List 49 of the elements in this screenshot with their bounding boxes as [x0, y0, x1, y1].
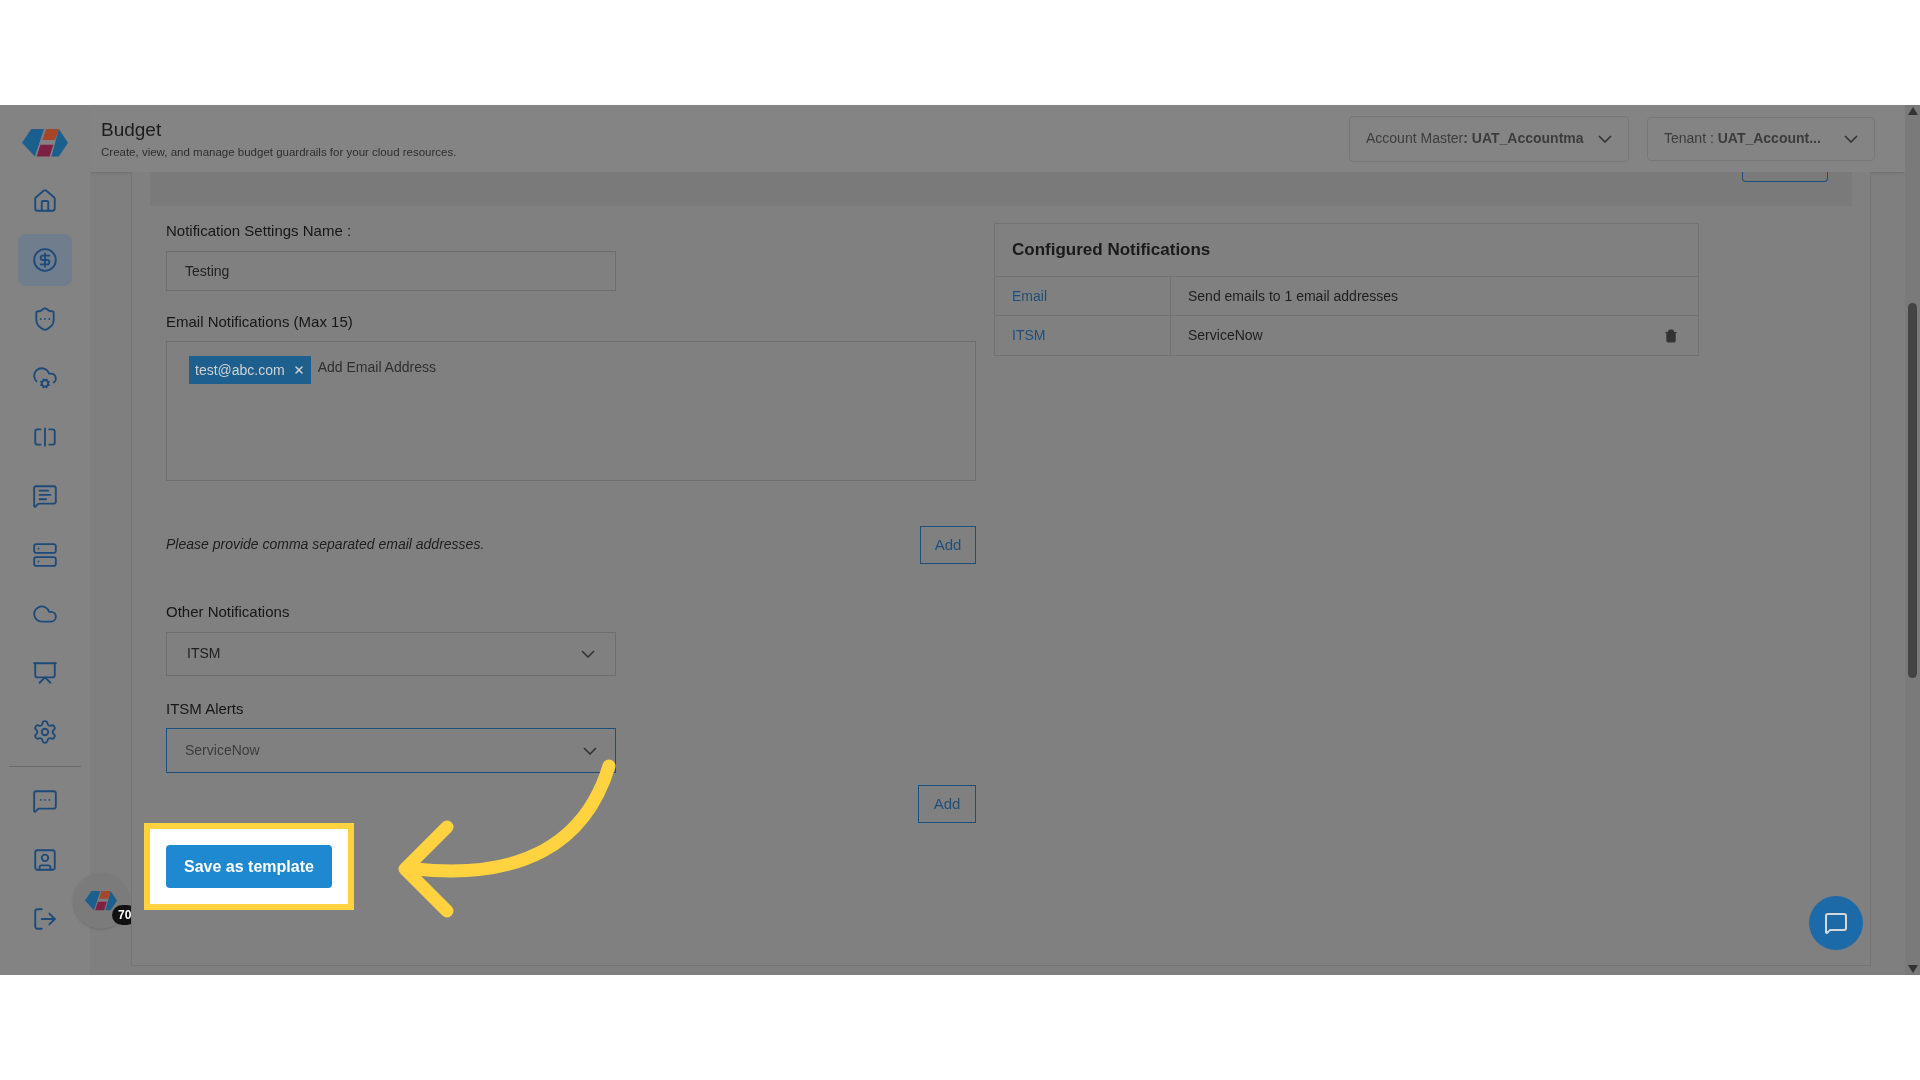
logout-icon	[32, 906, 58, 932]
chevron-down-icon	[1598, 134, 1612, 143]
chip-text: test@abc.com	[195, 360, 285, 380]
field-label: Email Notifications (Max 15)	[166, 311, 354, 332]
remove-icon[interactable]	[292, 364, 305, 376]
cloud-network-icon	[32, 365, 58, 391]
chevron-down-icon	[1844, 134, 1858, 143]
page-subtitle: Create, view, and manage budget guardrails for your cloud resources.	[101, 145, 458, 161]
save-as-template-button[interactable]: Save as template	[166, 845, 332, 888]
tenant-dropdown[interactable]: Tenant : UAT_Account...	[1647, 116, 1875, 161]
itsm-alerts-select[interactable]: ServiceNow	[166, 728, 616, 773]
shield-icon	[32, 306, 58, 332]
hint-text: Please provide comma separated email addresses.	[166, 535, 485, 554]
chevron-down-icon	[583, 746, 597, 755]
chevron-down-icon	[581, 649, 595, 658]
dollar-icon	[32, 247, 58, 273]
table-cell-text: Send emails to 1 email addresses	[1187, 286, 1400, 306]
logo-icon	[22, 129, 68, 157]
add-button[interactable]: Add	[920, 526, 976, 564]
chat-icon	[32, 483, 58, 509]
user-icon	[32, 847, 58, 873]
email-input-field[interactable]: test@abc.com Add Email Address	[166, 341, 976, 481]
settings-icon	[32, 719, 58, 745]
panel-title: Configured Notifications	[995, 224, 1698, 277]
presentation-icon	[32, 660, 58, 686]
server-icon	[32, 542, 58, 568]
table-cell-text: ServiceNow	[1187, 326, 1264, 345]
account-master-dropdown[interactable]: Account Master: UAT_Accountma	[1349, 115, 1629, 162]
field-label: ITSM Alerts	[166, 698, 245, 719]
notification-type-link[interactable]: Email	[995, 277, 1171, 315]
scrollbar-thumb[interactable]	[1908, 302, 1917, 678]
add-button[interactable]: Add	[918, 785, 976, 823]
field-label: Other Notifications	[166, 602, 291, 622]
floating-logo-button[interactable]	[73, 873, 129, 929]
message-icon	[32, 788, 58, 814]
sidebar-item[interactable]	[18, 234, 72, 286]
outline-button[interactable]	[1742, 172, 1828, 182]
notification-type-link[interactable]: ITSM	[995, 316, 1171, 355]
field-label: Notification Settings Name :	[166, 221, 353, 241]
name-input-field[interactable]: Testing	[166, 250, 616, 291]
chat-icon	[1824, 911, 1848, 935]
scroll-up-icon[interactable]	[1907, 107, 1918, 115]
scroll-down-icon[interactable]	[1907, 965, 1918, 973]
home-icon	[32, 188, 58, 214]
logo-icon	[85, 891, 117, 911]
other-notifications-select[interactable]: ITSM	[166, 631, 616, 676]
page-title: Budget	[101, 117, 163, 142]
email-entry-field[interactable]: Add Email Address	[317, 356, 499, 378]
delete-icon[interactable]	[1664, 328, 1678, 343]
